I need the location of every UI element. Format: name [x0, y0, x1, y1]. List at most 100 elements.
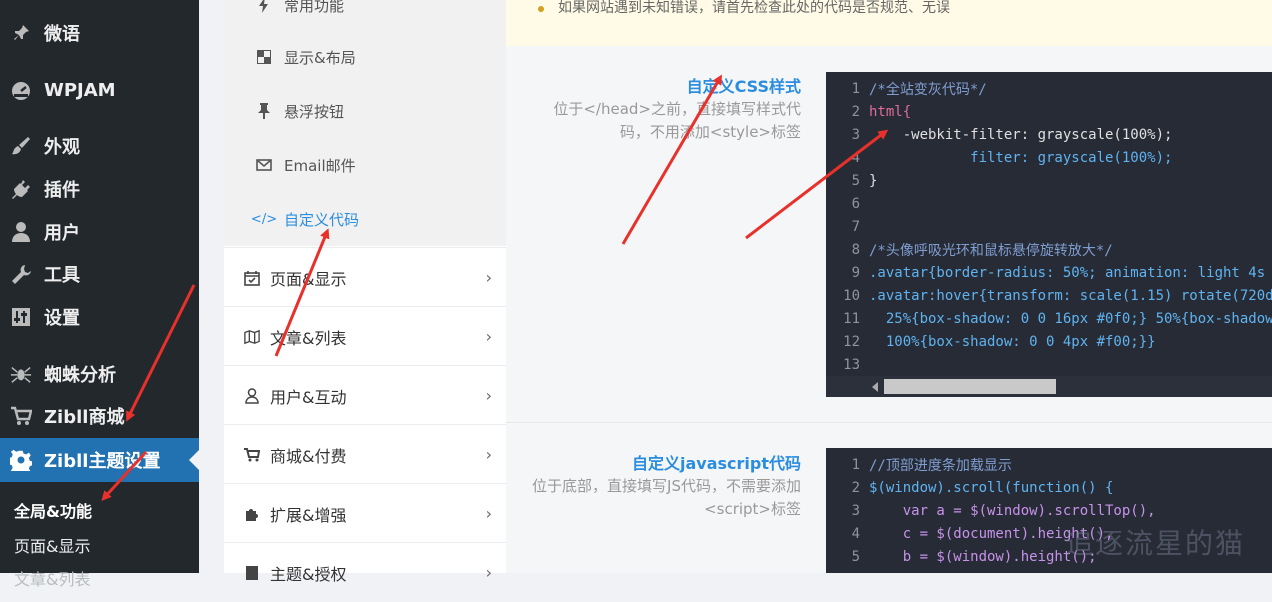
map-icon	[244, 329, 260, 345]
scroll-left-arrow-icon[interactable]	[872, 382, 878, 392]
code-line[interactable]: /*头像呼吸光环和鼠标悬停旋转放大*/	[869, 240, 1113, 260]
code-line[interactable]: -webkit-filter: grayscale(100%);	[869, 127, 1173, 143]
code-line[interactable]: 100%{box-shadow: 0 0 4px #f00;}}	[869, 334, 1156, 350]
nav-group-user-interaction[interactable]: 用户&互动 ›	[224, 365, 506, 425]
menu-item-zibll-theme-settings[interactable]: Zibll主题设置	[0, 438, 199, 482]
settings-nav: 常用功能 显示&布局 悬浮按钮 Email邮件 </> 自定义代码 页面&显示 …	[224, 0, 506, 584]
menu-item-settings[interactable]: 设置	[0, 304, 199, 330]
subnav-label: 常用功能	[284, 0, 345, 15]
subnav-label: 悬浮按钮	[284, 102, 345, 121]
subnav-label: 显示&布局	[284, 48, 356, 67]
line-number: 4	[851, 149, 860, 166]
line-number: 4	[851, 525, 860, 542]
menu-item-plugins[interactable]: 插件	[0, 176, 199, 202]
submenu-page-display[interactable]: 页面&显示	[14, 533, 90, 557]
chevron-right-icon: ›	[485, 268, 492, 287]
code-line[interactable]: .avatar{border-radius: 50%; animation: l…	[869, 265, 1272, 281]
css-code-editor[interactable]: 1 /*全站变灰代码*/ 2 html{ 3 -webkit-filter: gra…	[826, 72, 1272, 397]
code-icon: </>	[250, 211, 278, 227]
nav-group-label: 用户&互动	[270, 387, 347, 407]
code-line[interactable]: //顶部进度条加载显示	[869, 455, 1012, 475]
menu-item-spider-analysis[interactable]: 蜘蛛分析	[0, 361, 199, 387]
user-outline-icon	[244, 387, 260, 404]
line-number: 12	[843, 333, 860, 350]
menu-label: Zibll商城	[44, 407, 125, 428]
gauge-icon	[10, 79, 32, 101]
submenu-global-features[interactable]: 全局&功能	[14, 498, 92, 522]
horizontal-scrollbar[interactable]	[826, 376, 1272, 397]
submenu-article-list[interactable]: 文章&列表	[14, 566, 90, 590]
option-desc-custom-css: 位于</head>之前，直接填写样式代码，不用添加<style>标签	[553, 100, 801, 141]
watermark: 追逐流星的猫	[1065, 527, 1246, 560]
subnav-floating-buttons[interactable]: 悬浮按钮	[256, 100, 344, 122]
subnav-email[interactable]: Email邮件	[256, 154, 356, 176]
line-number: 6	[851, 195, 860, 212]
subnav-custom-code[interactable]: </> 自定义代码	[250, 208, 359, 230]
menu-item-users[interactable]: 用户	[0, 219, 199, 245]
menu-label: 工具	[44, 265, 80, 286]
nav-group-page-display[interactable]: 页面&显示 ›	[224, 247, 506, 307]
nav-group-label: 商城&付费	[270, 446, 347, 466]
pin-icon	[256, 103, 272, 119]
nav-group-theme-license[interactable]: 主题&授权 ›	[224, 542, 506, 602]
code-line[interactable]: b = $(window).height();	[869, 549, 1097, 565]
chevron-right-icon: ›	[485, 386, 492, 405]
line-number: 9	[851, 264, 860, 281]
chevron-right-icon: ›	[485, 445, 492, 464]
cart-icon	[244, 447, 260, 462]
wp-admin-sidebar: 微语 WPJAM 外观 插件 用户 工具 设置 蜘蛛分析 Zibll商城 Zib…	[0, 0, 199, 589]
nav-group-label: 文章&列表	[270, 328, 347, 348]
line-number: 5	[851, 172, 860, 189]
menu-label: 插件	[44, 180, 80, 201]
code-line[interactable]: 25%{box-shadow: 0 0 16px #0f0;} 50%{box-…	[869, 311, 1272, 327]
menu-label: 用户	[44, 223, 80, 244]
nav-group-shop-payment[interactable]: 商城&付费 ›	[224, 424, 506, 484]
wrench-icon	[10, 263, 32, 285]
puzzle-icon	[244, 506, 260, 522]
menu-item-tools[interactable]: 工具	[0, 261, 199, 287]
menu-label: 微语	[44, 24, 80, 45]
option-title-custom-js: 自定义javascript代码	[632, 454, 801, 473]
line-number: 10	[843, 287, 860, 304]
menu-label: WPJAM	[44, 79, 116, 101]
notice-text: 如果网站遇到未知错误，请首先检查此处的代码是否规范、无误	[538, 0, 950, 17]
menu-item-weiyu[interactable]: 微语	[0, 20, 199, 46]
option-desc-custom-js: 位于底部，直接填写JS代码，不需要添加<script>标签	[532, 477, 801, 518]
gear-icon	[10, 449, 32, 471]
nav-group-label: 页面&显示	[270, 269, 347, 289]
menu-label: 蜘蛛分析	[44, 365, 116, 386]
menu-item-wpjam[interactable]: WPJAM	[0, 77, 199, 103]
nav-group-article-list[interactable]: 文章&列表 ›	[224, 306, 506, 366]
code-line[interactable]: /*全站变灰代码*/	[869, 79, 987, 99]
subnav-common-features[interactable]: 常用功能	[256, 0, 344, 16]
main-content: 如果网站遇到未知错误，请首先检查此处的代码是否规范、无误 自定义CSS样式 位于…	[506, 0, 1272, 573]
menu-item-zibll-shop[interactable]: Zibll商城	[0, 403, 199, 429]
bolt-icon	[256, 0, 272, 13]
subnav-label: Email邮件	[284, 156, 356, 175]
code-line[interactable]: .avatar:hover{transform: scale(1.15) rot…	[869, 288, 1272, 304]
menu-item-appearance[interactable]: 外观	[0, 133, 199, 159]
brush-icon	[10, 135, 32, 157]
line-number: 8	[851, 241, 860, 258]
code-line[interactable]: }	[869, 173, 877, 189]
chevron-right-icon: ›	[485, 504, 492, 523]
line-number: 1	[851, 456, 860, 473]
line-number: 7	[851, 218, 860, 235]
menu-label: Zibll主题设置	[44, 451, 161, 472]
line-number: 13	[843, 356, 860, 373]
code-line[interactable]: html{	[869, 104, 911, 120]
cart-icon	[10, 405, 32, 427]
user-icon	[10, 221, 32, 243]
menu-label: 设置	[44, 308, 80, 329]
menu-label: 外观	[44, 137, 80, 158]
code-line[interactable]: var a = $(window).scrollTop(),	[869, 503, 1156, 519]
nav-group-extend-enhance[interactable]: 扩展&增强 ›	[224, 483, 506, 543]
layout-icon	[256, 50, 272, 64]
subnav-display-layout[interactable]: 显示&布局	[256, 46, 356, 68]
code-line[interactable]: $(window).scroll(function() {	[869, 480, 1113, 496]
code-line[interactable]: filter: grayscale(100%);	[869, 150, 1172, 166]
line-number: 1	[851, 80, 860, 97]
notice-box: 如果网站遇到未知错误，请首先检查此处的代码是否规范、无误	[506, 0, 1272, 46]
scrollbar-thumb[interactable]	[884, 379, 1056, 394]
line-number: 2	[851, 479, 860, 496]
